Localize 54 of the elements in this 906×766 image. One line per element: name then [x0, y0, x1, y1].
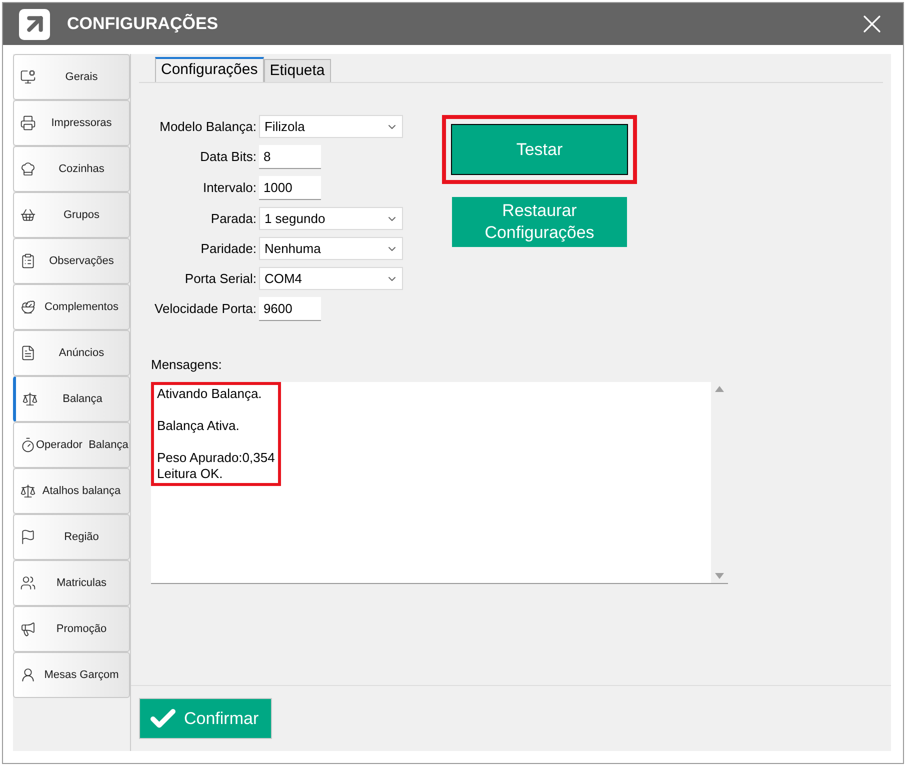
sidebar-item[interactable]: Operador Balança	[13, 422, 130, 468]
sidebar-item[interactable]: Matriculas	[13, 560, 130, 606]
scale-icon	[22, 391, 38, 407]
input-field[interactable]: 9600	[259, 297, 322, 321]
scale-icon	[20, 483, 36, 499]
message-line: Ativando Balança.	[157, 386, 263, 402]
sidebar-item[interactable]: Atalhos balança	[13, 468, 130, 514]
scroll-down-icon[interactable]	[715, 572, 724, 578]
app-logo-icon	[19, 8, 50, 40]
sidebar-item[interactable]: Complementos	[13, 284, 130, 330]
tab[interactable]: Etiqueta	[264, 59, 331, 82]
field-label: Intervalo:	[202, 179, 256, 198]
input-field[interactable]: 1000	[259, 176, 322, 200]
message-line: Peso Apurado:0,354	[157, 450, 275, 466]
dropdown[interactable]: Nenhuma	[259, 237, 404, 260]
bowl-icon	[20, 299, 36, 315]
messages-box[interactable]: Ativando Balança. Balança Ativa. Peso Apurado:0,354 Leitura OK.	[151, 382, 728, 584]
field-label: Data Bits:	[199, 148, 256, 166]
sidebar-item[interactable]: Promoção	[13, 606, 130, 652]
window-title: CONFIGURAÇÕES	[67, 12, 218, 36]
flag-icon	[20, 529, 36, 545]
megaphone-icon	[20, 621, 36, 637]
field-label: Porta Serial:	[184, 270, 256, 288]
sidebar-item[interactable]: Grupos	[13, 192, 130, 238]
chef-hat-icon	[20, 161, 36, 177]
sidebar-item[interactable]: Anúncios	[13, 330, 130, 376]
sidebar-item[interactable]: Balança	[13, 376, 130, 422]
dropdown[interactable]: Filizola	[259, 115, 404, 138]
messages-label: Mensagens:	[151, 356, 223, 374]
printer-icon	[20, 115, 36, 131]
sidebar-item[interactable]: Mesas Garçom	[13, 652, 130, 698]
message-line: Balança Ativa.	[157, 418, 240, 434]
monitor-gear-icon	[20, 69, 36, 85]
tab[interactable]: Configurações	[155, 57, 264, 82]
basket-icon	[20, 207, 36, 223]
stopwatch-icon	[20, 437, 36, 453]
field-label: Paridade:	[200, 240, 256, 258]
sidebar-item[interactable]: Gerais	[13, 54, 130, 100]
document-icon	[20, 345, 36, 361]
scroll-up-icon[interactable]	[715, 386, 724, 392]
input-field[interactable]: 8	[259, 145, 322, 169]
sidebar-item[interactable]: Região	[13, 514, 130, 560]
field-label: Modelo Balança:	[158, 118, 256, 136]
sidebar-item[interactable]: Cozinhas	[13, 146, 130, 192]
message-line: Leitura OK.	[157, 466, 224, 482]
dropdown[interactable]: COM4	[259, 267, 404, 290]
dropdown[interactable]: 1 segundo	[259, 207, 404, 230]
person-icon	[20, 667, 36, 683]
field-label: Parada:	[210, 210, 256, 228]
people-icon	[20, 575, 36, 591]
clipboard-icon	[20, 253, 36, 269]
sidebar-item[interactable]: Observações	[13, 238, 130, 284]
sidebar-item[interactable]: Impressoras	[13, 100, 130, 146]
field-label: Velocidade Porta:	[154, 300, 256, 318]
